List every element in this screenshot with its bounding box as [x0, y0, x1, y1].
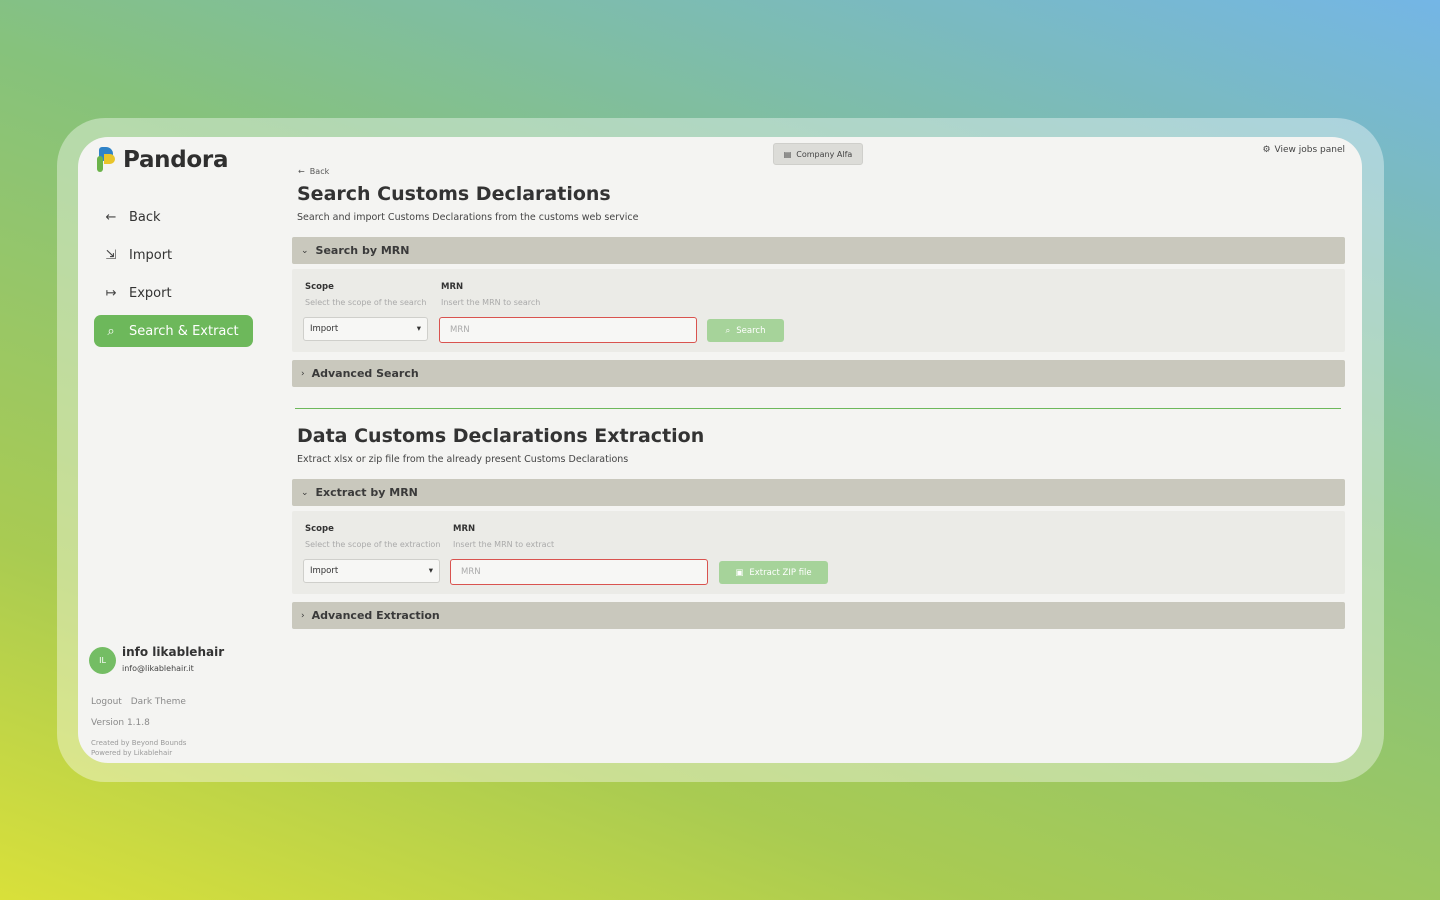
dark-theme-link[interactable]: Dark Theme	[131, 697, 186, 707]
extract-zip-button[interactable]: ▣ Extract ZIP file	[719, 561, 828, 584]
accordion-advanced-search[interactable]: › Advanced Search	[292, 360, 1345, 387]
app-window: Pandora ← Back ⇲ Import ↦ Export ⌕ Searc…	[78, 137, 1362, 763]
mrn-extract-input[interactable]: MRN	[450, 559, 708, 585]
search-button-label: Search	[736, 325, 766, 336]
search-panel: Scope Select the scope of the search Imp…	[292, 269, 1345, 352]
sidebar-item-export[interactable]: ↦ Export	[94, 277, 253, 309]
powered-by: Powered by Likablehair	[91, 749, 173, 757]
gear-icon: ⚙	[1262, 145, 1271, 155]
scope-value: Import	[310, 566, 339, 576]
search-button[interactable]: ⌕ Search	[707, 319, 784, 342]
mrn-search-input[interactable]: MRN	[439, 317, 697, 343]
extract-panel: Scope Select the scope of the extraction…	[292, 511, 1345, 594]
accordion-title: Advanced Search	[311, 367, 419, 380]
extract-button-label: Extract ZIP file	[749, 567, 812, 578]
search-icon: ⌕	[725, 325, 731, 336]
sidebar-nav: ← Back ⇲ Import ↦ Export ⌕ Search & Extr…	[94, 201, 253, 353]
chevron-down-icon: ▾	[428, 566, 433, 576]
chevron-down-icon: ⌄	[301, 487, 309, 498]
credits: Created by Beyond Bounds Powered by Lika…	[91, 738, 186, 758]
mrn-label: MRN	[441, 282, 464, 292]
app-name: Pandora	[123, 147, 229, 173]
view-jobs-label: View jobs panel	[1274, 145, 1345, 155]
scope-select[interactable]: Import ▾	[303, 317, 428, 341]
avatar: IL	[89, 647, 116, 674]
scope-label: Scope	[305, 282, 334, 292]
logout-link[interactable]: Logout	[91, 697, 122, 707]
section-divider	[295, 408, 1341, 409]
sidebar-item-label: Back	[129, 209, 161, 225]
scope-value: Import	[310, 324, 339, 334]
mrn-hint: Insert the MRN to search	[441, 298, 541, 307]
import-icon: ⇲	[105, 247, 117, 263]
user-profile[interactable]: IL info likablehair info@likablehair.it	[89, 645, 224, 674]
mrn-placeholder: MRN	[450, 325, 470, 335]
scope-select[interactable]: Import ▾	[303, 559, 440, 583]
mrn-hint: Insert the MRN to extract	[453, 540, 555, 549]
user-email: info@likablehair.it	[122, 664, 194, 673]
version-label: Version 1.1.8	[91, 718, 150, 728]
scope-hint: Select the scope of the extraction	[305, 540, 441, 549]
accordion-title: Advanced Extraction	[311, 609, 440, 622]
arrow-left-icon: ←	[298, 167, 305, 176]
sidebar-item-back[interactable]: ← Back	[94, 201, 253, 233]
chevron-right-icon: ›	[301, 610, 305, 621]
page-subtitle: Search and import Customs Declarations f…	[297, 212, 639, 223]
pandora-logo-icon	[95, 147, 118, 173]
mrn-label: MRN	[453, 524, 476, 534]
view-jobs-button[interactable]: ⚙ View jobs panel	[1262, 145, 1345, 155]
extraction-title: Data Customs Declarations Extraction	[297, 425, 705, 447]
accordion-advanced-extraction[interactable]: › Advanced Extraction	[292, 602, 1345, 629]
company-name: Company Alfa	[796, 149, 853, 159]
building-icon: ▤	[783, 149, 792, 159]
footer-links: Logout Dark Theme	[91, 697, 192, 707]
folder-icon: ▣	[735, 567, 744, 578]
accordion-search-by-mrn[interactable]: ⌄ Search by MRN	[292, 237, 1345, 264]
chevron-right-icon: ›	[301, 368, 305, 379]
scope-hint: Select the scope of the search	[305, 298, 427, 307]
accordion-extract-by-mrn[interactable]: ⌄ Exctract by MRN	[292, 479, 1345, 506]
page-title: Search Customs Declarations	[297, 183, 611, 205]
app-logo[interactable]: Pandora	[95, 147, 228, 173]
back-link[interactable]: ← Back	[298, 167, 329, 176]
chevron-down-icon: ▾	[416, 324, 421, 334]
company-selector[interactable]: ▤ Company Alfa	[773, 143, 863, 165]
scope-label: Scope	[305, 524, 334, 534]
accordion-title: Search by MRN	[315, 244, 410, 257]
export-icon: ↦	[105, 285, 117, 301]
chevron-down-icon: ⌄	[301, 245, 309, 256]
created-by: Created by Beyond Bounds	[91, 739, 187, 747]
arrow-left-icon: ←	[105, 209, 117, 225]
mrn-placeholder: MRN	[461, 567, 481, 577]
search-extract-icon: ⌕	[107, 323, 115, 339]
back-link-label: Back	[309, 167, 330, 176]
sidebar-item-label: Export	[129, 285, 172, 301]
accordion-title: Exctract by MRN	[315, 486, 418, 499]
sidebar-item-label: Import	[129, 247, 173, 263]
sidebar-item-label: Search & Extract	[129, 323, 239, 339]
user-name: info likablehair	[122, 645, 225, 659]
extraction-subtitle: Extract xlsx or zip file from the alread…	[297, 454, 629, 465]
sidebar-item-import[interactable]: ⇲ Import	[94, 239, 253, 271]
sidebar-item-search-extract[interactable]: ⌕ Search & Extract	[94, 315, 253, 347]
